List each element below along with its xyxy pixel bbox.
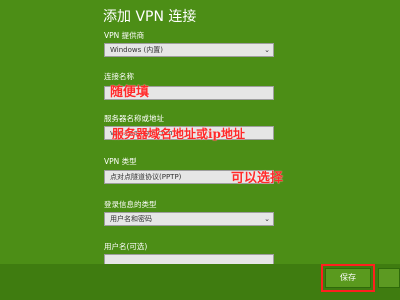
dialog-title: 添加 VPN 连接 [103,9,197,25]
provider-value: Windows (内置) [110,46,163,54]
vpn-settings-panel: 添加 VPN 连接 VPN 提供商 Windows (内置) ⌄ 连接名称 服务… [0,0,400,300]
annotation-name-hint: 随便填 [110,85,150,100]
signin-type-select[interactable]: 用户名和密码 ⌄ [104,212,274,226]
chevron-down-icon: ⌄ [264,46,270,54]
cancel-button[interactable] [378,268,400,288]
vpn-type-label: VPN 类型 [104,157,137,166]
server-label: 服务器名称或地址 [104,114,164,123]
username-label: 用户名(可选) [104,242,148,251]
connection-name-label: 连接名称 [104,72,134,81]
signin-type-value: 用户名和密码 [110,215,152,223]
vpn-type-value: 点对点隧道协议(PPTP) [110,173,182,181]
annotation-type-hint: 可以选择 [231,171,284,186]
signin-type-label: 登录信息的类型 [104,200,157,209]
chevron-down-icon: ⌄ [264,215,270,223]
provider-label: VPN 提供商 [104,31,145,40]
provider-select[interactable]: Windows (内置) ⌄ [104,43,274,57]
annotation-server-hint: 服务器域名地址或ip地址 [112,127,245,141]
save-button[interactable]: 保存 [325,268,371,288]
